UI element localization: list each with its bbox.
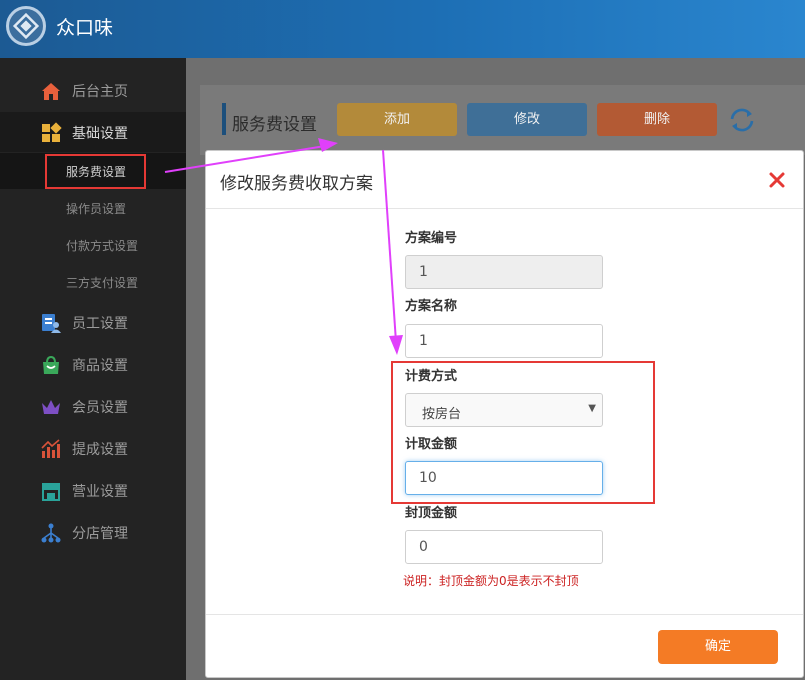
add-button[interactable]: 添加 (337, 103, 457, 136)
sidebar-item-label: 提成设置 (72, 442, 128, 458)
branch-network-icon (41, 523, 61, 543)
cap-amount-field[interactable] (405, 530, 603, 564)
highlight-box-form (391, 361, 655, 504)
cap-amount-label: 封顶金额 (405, 506, 458, 521)
sidebar-item-home[interactable]: 后台主页 (0, 70, 186, 110)
sidebar-item-label: 分店管理 (72, 526, 128, 542)
sidebar-item-member[interactable]: 会员设置 (0, 386, 186, 426)
close-icon[interactable] (766, 169, 788, 191)
modal-divider-top (206, 208, 803, 209)
page-title: 服务费设置 (232, 115, 317, 135)
code-label: 方案编号 (405, 231, 458, 246)
edit-button[interactable]: 修改 (467, 103, 587, 136)
shopping-bag-icon (43, 355, 59, 374)
cap-note: 说明：封顶金额为0是表示不封顶 (403, 574, 579, 588)
sidebar-item-goods[interactable]: 商品设置 (0, 344, 186, 384)
sidebar-item-basic-settings[interactable]: 基础设置 (0, 112, 186, 152)
sidebar-item-label: 基础设置 (72, 126, 128, 142)
home-icon (42, 83, 60, 100)
logo-icon (6, 6, 46, 46)
sidebar-item-staff[interactable]: 员工设置 (0, 302, 186, 342)
commission-chart-icon (41, 439, 60, 458)
sidebar-item-branch[interactable]: 分店管理 (0, 512, 186, 552)
code-field (405, 255, 603, 289)
sidebar-item-label: 后台主页 (72, 84, 128, 100)
sidebar-item-label: 员工设置 (72, 316, 128, 332)
staff-icon (42, 314, 61, 333)
sidebar-item-commission[interactable]: 提成设置 (0, 428, 186, 468)
sidebar-item-label: 商品设置 (72, 358, 128, 374)
store-icon (42, 483, 60, 501)
subitem-third-party-pay[interactable]: 三方支付设置 (0, 264, 186, 300)
subitem-label: 操作员设置 (66, 202, 127, 216)
subitem-label: 三方支付设置 (66, 276, 139, 290)
edit-service-fee-modal: 修改服务费收取方案 方案编号 方案名称 计费方式 按房台 ▼ 计取金额 封顶金额… (205, 150, 804, 678)
title-accent-bar (222, 103, 226, 135)
top-header: 众口味 (0, 0, 805, 58)
subitem-payment-method[interactable]: 付款方式设置 (0, 227, 186, 263)
app-title: 众口味 (56, 17, 114, 39)
sidebar-item-label: 会员设置 (72, 400, 128, 416)
confirm-button[interactable]: 确定 (658, 630, 778, 664)
settings-blocks-icon (42, 122, 62, 142)
name-field[interactable] (405, 324, 603, 358)
subitem-label: 付款方式设置 (66, 239, 139, 253)
subitem-operator[interactable]: 操作员设置 (0, 190, 186, 226)
name-label: 方案名称 (405, 299, 458, 314)
modal-title: 修改服务费收取方案 (220, 174, 373, 194)
highlight-box-subitem (45, 154, 146, 189)
crown-icon (42, 400, 60, 414)
modal-divider-bottom (206, 614, 803, 615)
refresh-icon[interactable] (728, 107, 756, 133)
sidebar-item-business[interactable]: 营业设置 (0, 470, 186, 510)
sidebar-item-label: 营业设置 (72, 484, 128, 500)
delete-button[interactable]: 删除 (597, 103, 717, 136)
